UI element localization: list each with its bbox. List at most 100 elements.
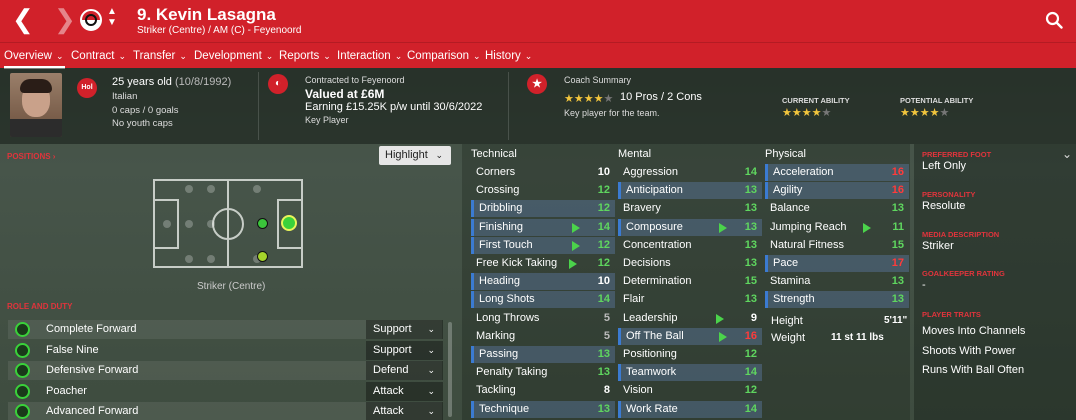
attribute-row-decisions[interactable]: Decisions 13 (618, 255, 762, 272)
attribute-value: 12 (597, 238, 610, 251)
attribute-name: Natural Fitness (770, 238, 844, 251)
attribute-row-balance[interactable]: Balance 13 (765, 200, 909, 217)
pros-cons[interactable]: 10 Pros / 2 Cons (620, 91, 702, 103)
attribute-value: 13 (597, 402, 610, 415)
attribute-row-concentration[interactable]: Concentration 13 (618, 237, 762, 254)
attribute-row-anticipation[interactable]: Anticipation 13 (618, 182, 762, 200)
tab-transfer[interactable]: Transfer ⌄ (133, 43, 187, 69)
attribute-row-aggression[interactable]: Aggression 14 (618, 164, 762, 181)
attribute-row-penalty-taking[interactable]: Penalty Taking 13 (471, 364, 615, 381)
attribute-value: 13 (744, 202, 757, 215)
attribute-row-stamina[interactable]: Stamina 13 (765, 273, 909, 290)
highlight-dropdown[interactable]: Highlight ⌄ (379, 146, 451, 165)
duty-dropdown[interactable]: Support ⌄ (366, 320, 443, 339)
position-am-dot (257, 218, 268, 229)
role-row[interactable]: Defensive Forward Defend ⌄ (8, 361, 443, 380)
attribute-value: 13 (744, 220, 757, 233)
potential-ability-label: POTENTIAL ABILITY (900, 96, 974, 105)
role-suitability-icon (15, 322, 30, 337)
attribute-value: 12 (744, 384, 757, 397)
duty-dropdown[interactable]: Attack ⌄ (366, 381, 443, 401)
role-row[interactable]: False Nine Support ⌄ (8, 340, 443, 360)
attribute-row-flair[interactable]: Flair 13 (618, 291, 762, 308)
attribute-row-long-shots[interactable]: Long Shots 14 (471, 291, 615, 309)
role-name: False Nine (46, 343, 99, 356)
avatar (10, 73, 62, 137)
attribute-row-long-throws[interactable]: Long Throws 5 (471, 310, 615, 327)
chevron-left-icon[interactable]: ❮ (12, 6, 34, 32)
attribute-row-leadership[interactable]: Leadership 9 (618, 310, 762, 327)
player-wage: Earning £15.25K p/w until 30/6/2022 (305, 101, 483, 113)
attribute-row-marking[interactable]: Marking 5 (471, 328, 615, 345)
tab-contract[interactable]: Contract ⌄ (71, 43, 126, 69)
attribute-row-strength[interactable]: Strength 13 (765, 291, 909, 309)
chevron-right-icon[interactable]: ❯ (54, 6, 76, 32)
role-suitability-icon (15, 342, 30, 358)
scrollbar[interactable] (448, 322, 452, 417)
attribute-row-work-rate[interactable]: Work Rate 14 (618, 400, 762, 418)
trend-up-icon (572, 222, 580, 233)
attribute-row-bravery[interactable]: Bravery 13 (618, 200, 762, 217)
duty-label: Defend (373, 364, 409, 376)
tab-development[interactable]: Development ⌄ (194, 43, 273, 69)
attribute-row-agility[interactable]: Agility 16 (765, 182, 909, 200)
positions-link[interactable]: POSITIONS › (7, 152, 55, 161)
divider (258, 72, 259, 140)
attribute-value: 10 (597, 275, 610, 288)
role-row[interactable]: Complete Forward Support ⌄ (8, 320, 443, 339)
current-ability-stars: ★★★★★ (782, 107, 832, 119)
player-up-down-icon[interactable]: ▲ ▼ (107, 6, 117, 28)
attribute-row-first-touch[interactable]: First Touch 12 (471, 236, 615, 254)
attribute-value: 10 (597, 166, 610, 178)
attribute-row-pace[interactable]: Pace 17 (765, 255, 909, 272)
duty-dropdown[interactable]: Attack ⌄ (366, 402, 443, 420)
attribute-name: Concentration (623, 238, 692, 251)
attribute-row-corners[interactable]: Corners 10 (471, 164, 615, 181)
duty-dropdown[interactable]: Defend ⌄ (366, 361, 443, 380)
attribute-value: 9 (750, 311, 757, 324)
attribute-row-heading[interactable]: Heading 10 (471, 273, 615, 291)
duty-dropdown[interactable]: Support ⌄ (366, 340, 443, 360)
attribute-row-technique[interactable]: Technique 13 (471, 400, 615, 418)
attribute-row-positioning[interactable]: Positioning 12 (618, 346, 762, 363)
tab-overview[interactable]: Overview ⌄ (4, 43, 66, 69)
attribute-value: 5 (603, 311, 610, 324)
attribute-row-finishing[interactable]: Finishing 14 (471, 218, 615, 236)
trend-up-icon (719, 331, 727, 342)
role-name: Complete Forward (46, 323, 137, 335)
attribute-row-tackling[interactable]: Tackling 8 (471, 382, 615, 399)
search-icon[interactable] (1045, 11, 1063, 29)
attribute-value: 14 (597, 293, 610, 306)
attribute-row-natural-fitness[interactable]: Natural Fitness 15 (765, 237, 909, 254)
attribute-row-acceleration[interactable]: Acceleration 16 (765, 164, 909, 181)
attribute-name: Stamina (770, 275, 811, 288)
tab-interaction[interactable]: Interaction ⌄ (337, 43, 402, 69)
tab-reports[interactable]: Reports ⌄ (279, 43, 331, 69)
media-description-value: Striker (922, 240, 954, 252)
attribute-value: 11 (892, 220, 904, 233)
attribute-name: Passing (479, 348, 519, 360)
preferred-foot-value: Left Only (922, 160, 967, 172)
attribute-row-crossing[interactable]: Crossing 12 (471, 182, 615, 199)
attribute-row-vision[interactable]: Vision 12 (618, 382, 762, 399)
attribute-row-composure[interactable]: Composure 13 (618, 218, 762, 236)
attribute-row-teamwork[interactable]: Teamwork 14 (618, 364, 762, 382)
role-row[interactable]: Advanced Forward Attack ⌄ (8, 402, 443, 420)
attribute-row-determination[interactable]: Determination 15 (618, 273, 762, 290)
attribute-name: Acceleration (773, 166, 834, 178)
chevron-down-icon[interactable]: ⌄ (1062, 147, 1072, 161)
attribute-row-off-the-ball[interactable]: Off The Ball 16 (618, 327, 762, 345)
role-row[interactable]: Poacher Attack ⌄ (8, 381, 443, 401)
attribute-value: 17 (891, 257, 904, 269)
player-youth-caps: No youth caps (112, 118, 173, 129)
attribute-row-dribbling[interactable]: Dribbling 12 (471, 200, 615, 218)
attribute-row-jumping-reach[interactable]: Jumping Reach 11 (765, 219, 909, 236)
role-name: Defensive Forward (46, 364, 139, 376)
attribute-name: Marking (476, 329, 516, 342)
tab-history[interactable]: History ⌄ (485, 43, 532, 69)
attribute-value: 8 (603, 384, 610, 397)
attribute-value: 15 (891, 238, 904, 251)
attribute-row-passing[interactable]: Passing 13 (471, 346, 615, 363)
tab-comparison[interactable]: Comparison ⌄ (407, 43, 481, 69)
attribute-row-free-kick-taking[interactable]: Free Kick Taking 12 (471, 255, 615, 272)
